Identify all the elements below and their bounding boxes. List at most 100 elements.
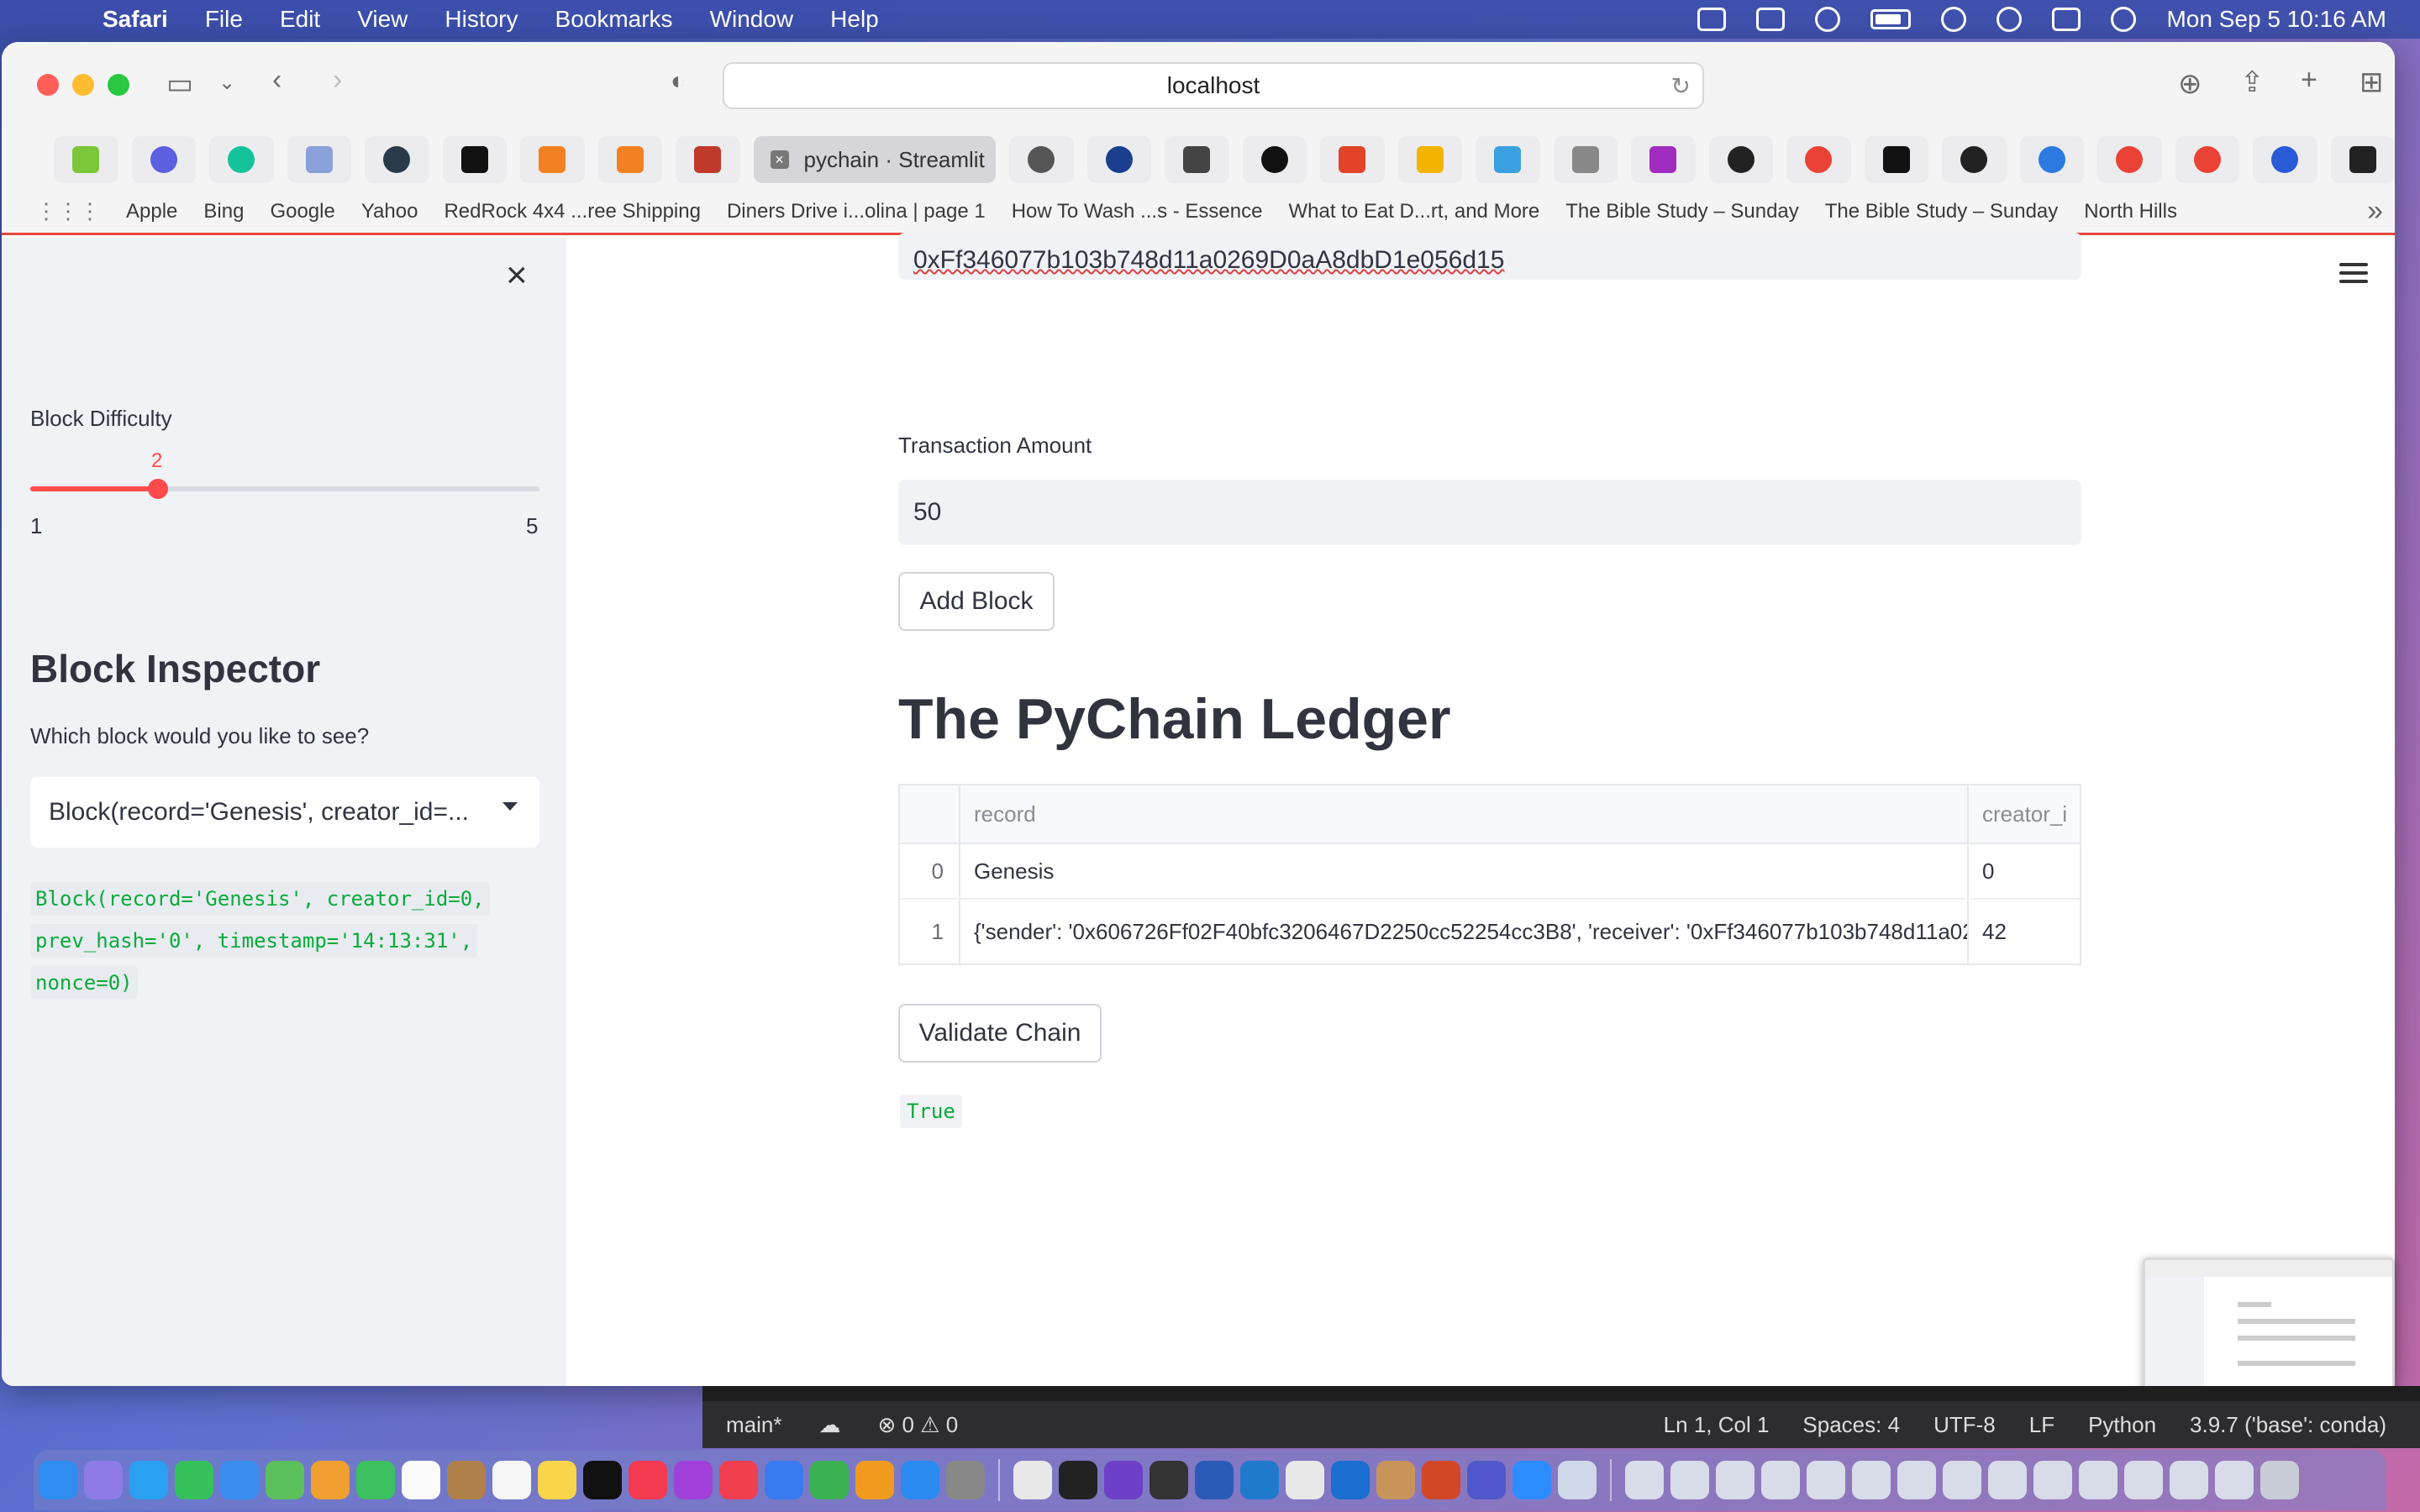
menu-window[interactable]: Window <box>710 6 794 33</box>
launchpad-icon[interactable] <box>84 1461 123 1499</box>
control-center-icon[interactable] <box>2052 8 2081 31</box>
header-record[interactable]: record <box>960 785 1969 843</box>
github-desktop-icon[interactable] <box>1104 1461 1143 1499</box>
pinned-tab[interactable] <box>1864 136 1929 183</box>
privacy-shield-icon[interactable]: ◐ <box>671 67 686 96</box>
line-ending[interactable]: LF <box>2029 1412 2054 1438</box>
pinned-tab[interactable] <box>1009 136 1074 183</box>
window-thumbnail[interactable] <box>1943 1461 1981 1499</box>
table-row[interactable]: 0 Genesis 0 <box>900 844 2080 900</box>
pinned-tab[interactable] <box>676 136 740 183</box>
cursor-position[interactable]: Ln 1, Col 1 <box>1664 1412 1770 1438</box>
pinned-tab[interactable] <box>1631 136 1696 183</box>
bookmarks-grid-icon[interactable]: ⋮⋮⋮ <box>35 198 101 224</box>
pinned-tab[interactable] <box>2175 136 2240 183</box>
menu-help[interactable]: Help <box>830 6 879 33</box>
app-icon[interactable] <box>1376 1461 1415 1499</box>
sidebar-toggle-icon[interactable]: ▭ <box>166 67 193 101</box>
siri-icon[interactable] <box>2111 7 2137 32</box>
apple-tv-icon[interactable] <box>583 1461 622 1499</box>
music-icon[interactable] <box>629 1461 667 1499</box>
zoom-window-button[interactable] <box>108 74 129 96</box>
zoom-icon[interactable] <box>1697 8 1727 31</box>
calendar-icon[interactable] <box>402 1461 440 1499</box>
bookmark-bible-study-2[interactable]: The Bible Study – Sunday <box>1825 200 2059 223</box>
bookmark-bible-study-1[interactable]: The Bible Study – Sunday <box>1565 200 1799 223</box>
window-thumbnail[interactable] <box>1761 1461 1800 1499</box>
pinned-tab[interactable] <box>1553 136 1618 183</box>
reload-icon[interactable]: ↻ <box>1671 72 1691 100</box>
pinned-tab[interactable] <box>1165 136 1229 183</box>
vscode-icon[interactable] <box>1240 1461 1279 1499</box>
preview-icon[interactable] <box>1558 1461 1597 1499</box>
menu-bookmarks[interactable]: Bookmarks <box>555 6 673 33</box>
terminal-icon[interactable] <box>1059 1461 1097 1499</box>
problems-indicator[interactable]: ⊗ 0 ⚠ 0 <box>877 1412 958 1438</box>
podcasts-icon[interactable] <box>674 1461 713 1499</box>
menu-history[interactable]: History <box>445 6 518 33</box>
hamburger-menu-icon[interactable] <box>2339 263 2368 288</box>
pinned-tab[interactable] <box>54 136 118 183</box>
pinned-tab[interactable] <box>1786 136 1851 183</box>
pinned-tab[interactable] <box>131 136 196 183</box>
contacts-icon[interactable] <box>447 1461 486 1499</box>
pinned-tab[interactable] <box>1942 136 2007 183</box>
close-sidebar-icon[interactable]: × <box>506 255 528 297</box>
zoom-app-icon[interactable] <box>1512 1461 1551 1499</box>
chrome-icon[interactable] <box>1013 1461 1052 1499</box>
validate-chain-button[interactable]: Validate Chain <box>898 1004 1102 1063</box>
window-thumbnail[interactable] <box>2033 1461 2072 1499</box>
window-thumbnail[interactable] <box>1852 1461 1891 1499</box>
block-select[interactable]: Block(record='Genesis', creator_id=... <box>30 777 539 848</box>
dropbox-icon[interactable] <box>1756 8 1786 31</box>
safari-icon[interactable] <box>129 1461 168 1499</box>
difficulty-slider[interactable] <box>30 479 539 499</box>
pinned-tab[interactable] <box>1708 136 1774 183</box>
pinned-tab[interactable] <box>442 136 507 183</box>
keynote-icon[interactable] <box>765 1461 803 1499</box>
word-icon[interactable] <box>1195 1461 1234 1499</box>
pinned-tab[interactable] <box>209 136 274 183</box>
more-bookmarks-icon[interactable]: » <box>2367 195 2383 228</box>
bookmark-bing[interactable]: Bing <box>203 200 244 223</box>
python-interpreter[interactable]: 3.9.7 ('base': conda) <box>2190 1412 2386 1438</box>
share-icon[interactable]: ⇪ <box>2240 66 2265 99</box>
bookmark-google[interactable]: Google <box>270 200 334 223</box>
outlook-icon[interactable] <box>1331 1461 1370 1499</box>
menu-edit[interactable]: Edit <box>280 6 320 33</box>
bookmark-how-to-wash[interactable]: How To Wash ...s - Essence <box>1012 200 1263 223</box>
bookmark-redrock[interactable]: RedRock 4x4 ...ree Shipping <box>444 200 701 223</box>
window-thumbnail[interactable] <box>1988 1461 2027 1499</box>
sync-icon[interactable]: ☁ <box>818 1412 840 1438</box>
powerpoint-icon[interactable] <box>1422 1461 1460 1499</box>
close-tab-icon[interactable]: × <box>770 150 789 169</box>
indentation[interactable]: Spaces: 4 <box>1802 1412 1900 1438</box>
menu-view[interactable]: View <box>357 6 408 33</box>
receiver-input[interactable]: 0xFf346077b103b748d11a0269D0aA8dbD1e056d… <box>898 233 2081 280</box>
add-block-button[interactable]: Add Block <box>898 572 1055 631</box>
battery-icon[interactable] <box>1870 9 1912 29</box>
bookmark-apple[interactable]: Apple <box>126 200 177 223</box>
bookmark-yahoo[interactable]: Yahoo <box>361 200 418 223</box>
pinned-tab[interactable] <box>2097 136 2162 183</box>
tab-overview-icon[interactable]: ⊞ <box>2360 66 2384 99</box>
minimize-window-button[interactable] <box>72 74 94 96</box>
facetime-icon[interactable] <box>356 1461 395 1499</box>
close-window-button[interactable] <box>37 74 59 96</box>
window-thumbnail[interactable] <box>1625 1461 1664 1499</box>
window-thumbnail[interactable] <box>2124 1461 2163 1499</box>
bookmark-what-to-eat[interactable]: What to Eat D...rt, and More <box>1288 200 1539 223</box>
bookmark-diners-drive[interactable]: Diners Drive i...olina | page 1 <box>727 200 986 223</box>
slider-thumb[interactable] <box>147 479 168 499</box>
icloud-icon[interactable] <box>1815 7 1841 32</box>
mail-icon[interactable] <box>220 1461 259 1499</box>
pinned-tab[interactable] <box>1086 136 1152 183</box>
numbers-icon[interactable] <box>810 1461 849 1499</box>
pinned-tab[interactable] <box>1242 136 1307 183</box>
address-bar[interactable]: localhost ↻ <box>723 62 1704 109</box>
menu-app-name[interactable]: Safari <box>103 6 168 33</box>
pinned-tab[interactable] <box>597 136 662 183</box>
pages-icon[interactable] <box>855 1461 894 1499</box>
messages-icon[interactable] <box>175 1461 213 1499</box>
bookmark-north-hills[interactable]: North Hills <box>2084 200 2177 223</box>
